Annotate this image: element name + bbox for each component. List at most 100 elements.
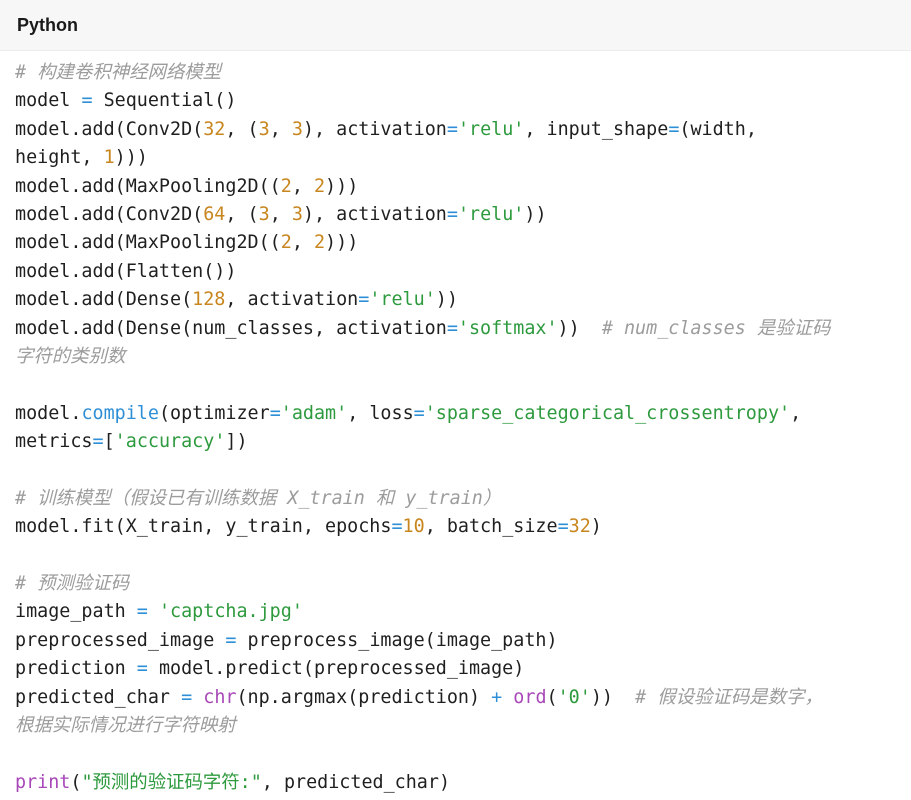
code-line: # 训练模型（假设已有训练数据 X_train 和 y_train） — [15, 485, 911, 513]
code-text: ), activation — [302, 118, 447, 140]
code-builtin: print — [15, 771, 71, 793]
code-text: , ( — [225, 203, 259, 225]
code-text: Sequential() — [92, 90, 237, 112]
code-number: 3 — [291, 203, 303, 225]
code-text: image_path — [15, 601, 137, 623]
code-operator: + — [491, 686, 503, 708]
code-text: model.add(Conv2D( — [15, 203, 204, 225]
code-comment: # 假设验证码是数字， — [635, 686, 823, 708]
code-text: model.add(Conv2D( — [15, 118, 204, 140]
code-text: height, — [15, 147, 104, 169]
code-text: , loss — [347, 402, 414, 424]
code-keyword: compile — [81, 402, 159, 424]
code-text: ( — [546, 686, 558, 708]
code-text: preprocessed_image — [15, 629, 226, 651]
code-string: "预测的验证码字符:" — [81, 771, 262, 793]
code-text: ))) — [114, 147, 148, 169]
code-number: 2 — [313, 175, 326, 197]
code-text: )) — [435, 289, 458, 311]
code-line: model.add(Dense(128, activation='relu')) — [15, 286, 911, 314]
code-text: (optimizer — [158, 402, 270, 424]
code-block-header: Python — [0, 0, 911, 51]
code-line: image_path = 'captcha.jpg' — [15, 598, 911, 626]
code-comment: # 训练模型（假设已有训练数据 X_train 和 y_train） — [15, 487, 502, 509]
code-number: 128 — [192, 289, 226, 311]
code-line: # 构建卷积神经网络模型 — [15, 59, 911, 87]
code-text: ), activation — [302, 203, 447, 225]
code-operator: = — [136, 601, 148, 623]
code-operator: = — [668, 118, 680, 140]
code-line: model.add(Flatten()) — [15, 258, 911, 286]
code-operator: = — [358, 289, 370, 311]
code-string: '0' — [557, 686, 591, 708]
code-text: ]) — [225, 431, 248, 453]
code-string: 'sparse_categorical_crossentropy' — [424, 402, 791, 424]
code-operator: = — [92, 431, 104, 453]
code-number: 10 — [402, 516, 425, 538]
code-number: 2 — [280, 232, 292, 254]
code-line: model.add(Dense(num_classes, activation=… — [15, 315, 911, 343]
code-text: , predicted_char) — [261, 771, 451, 793]
code-operator: = — [269, 402, 281, 424]
code-text: model.add(MaxPooling2D(( — [15, 232, 281, 254]
code-number: 32 — [568, 516, 591, 538]
code-operator: = — [81, 90, 93, 112]
code-text: model.add(Flatten()) — [15, 260, 237, 282]
code-line: print("预测的验证码字符:", predicted_char) — [15, 769, 911, 797]
code-comment: # 预测验证码 — [15, 573, 130, 595]
code-text: model.fit(X_train, y_train, epochs — [15, 516, 392, 538]
code-text: model. — [15, 402, 82, 424]
code-line: 字符的类别数 — [15, 343, 911, 371]
code-operator: = — [557, 516, 569, 538]
code-text: , input_shape — [524, 118, 669, 140]
code-text: )) — [590, 686, 636, 708]
code-comment: 根据实际情况进行字符映射 — [15, 714, 236, 736]
code-number: 3 — [258, 203, 270, 225]
code-text: ))) — [325, 232, 359, 254]
code-line: model.compile(optimizer='adam', loss='sp… — [15, 400, 911, 428]
code-text: ) — [590, 516, 602, 538]
code-text: , ( — [225, 118, 259, 140]
code-operator: = — [446, 203, 458, 225]
code-builtin: chr — [203, 686, 237, 708]
code-text: predicted_char — [15, 686, 182, 708]
code-comment: # num_classes 是验证码 — [601, 317, 831, 339]
code-string: 'relu' — [457, 118, 525, 140]
code-string: 'accuracy' — [114, 431, 226, 453]
code-operator: = — [225, 629, 237, 651]
code-number: 1 — [103, 147, 115, 169]
code-text: metrics — [15, 431, 93, 453]
code-string: 'relu' — [369, 289, 436, 311]
code-line: model = Sequential() — [15, 87, 911, 115]
code-line: height, 1))) — [15, 144, 911, 172]
code-operator: = — [413, 402, 425, 424]
code-text: prediction — [15, 658, 137, 680]
code-text: (width, — [679, 118, 757, 140]
code-string: 'relu' — [457, 203, 525, 225]
code-text: , — [790, 402, 802, 424]
code-string: 'softmax' — [457, 317, 558, 339]
code-line: 根据实际情况进行字符映射 — [15, 712, 911, 740]
code-text: model.add(Dense( — [15, 289, 193, 311]
code-operator: = — [136, 658, 148, 680]
code-line: # 预测验证码 — [15, 570, 911, 598]
code-text: , — [269, 118, 292, 140]
code-line: metrics=['accuracy']) — [15, 428, 911, 456]
code-line: model.add(MaxPooling2D((2, 2))) — [15, 173, 911, 201]
code-operator: = — [446, 118, 458, 140]
code-text: , — [291, 175, 314, 197]
code-comment: 字符的类别数 — [15, 345, 126, 367]
code-text: (np.argmax(prediction) — [236, 686, 492, 708]
code-text: model.predict(preprocessed_image) — [147, 658, 525, 680]
code-line: prediction = model.predict(preprocessed_… — [15, 655, 911, 683]
code-string: 'adam' — [280, 402, 348, 424]
code-content[interactable]: # 构建卷积神经网络模型 model = Sequential() model.ad… — [15, 59, 911, 797]
language-label: Python — [17, 14, 78, 35]
code-line: model.fit(X_train, y_train, epochs=10, b… — [15, 513, 911, 541]
code-block: Python # 构建卷积神经网络模型 model = Sequential() m… — [0, 0, 911, 800]
